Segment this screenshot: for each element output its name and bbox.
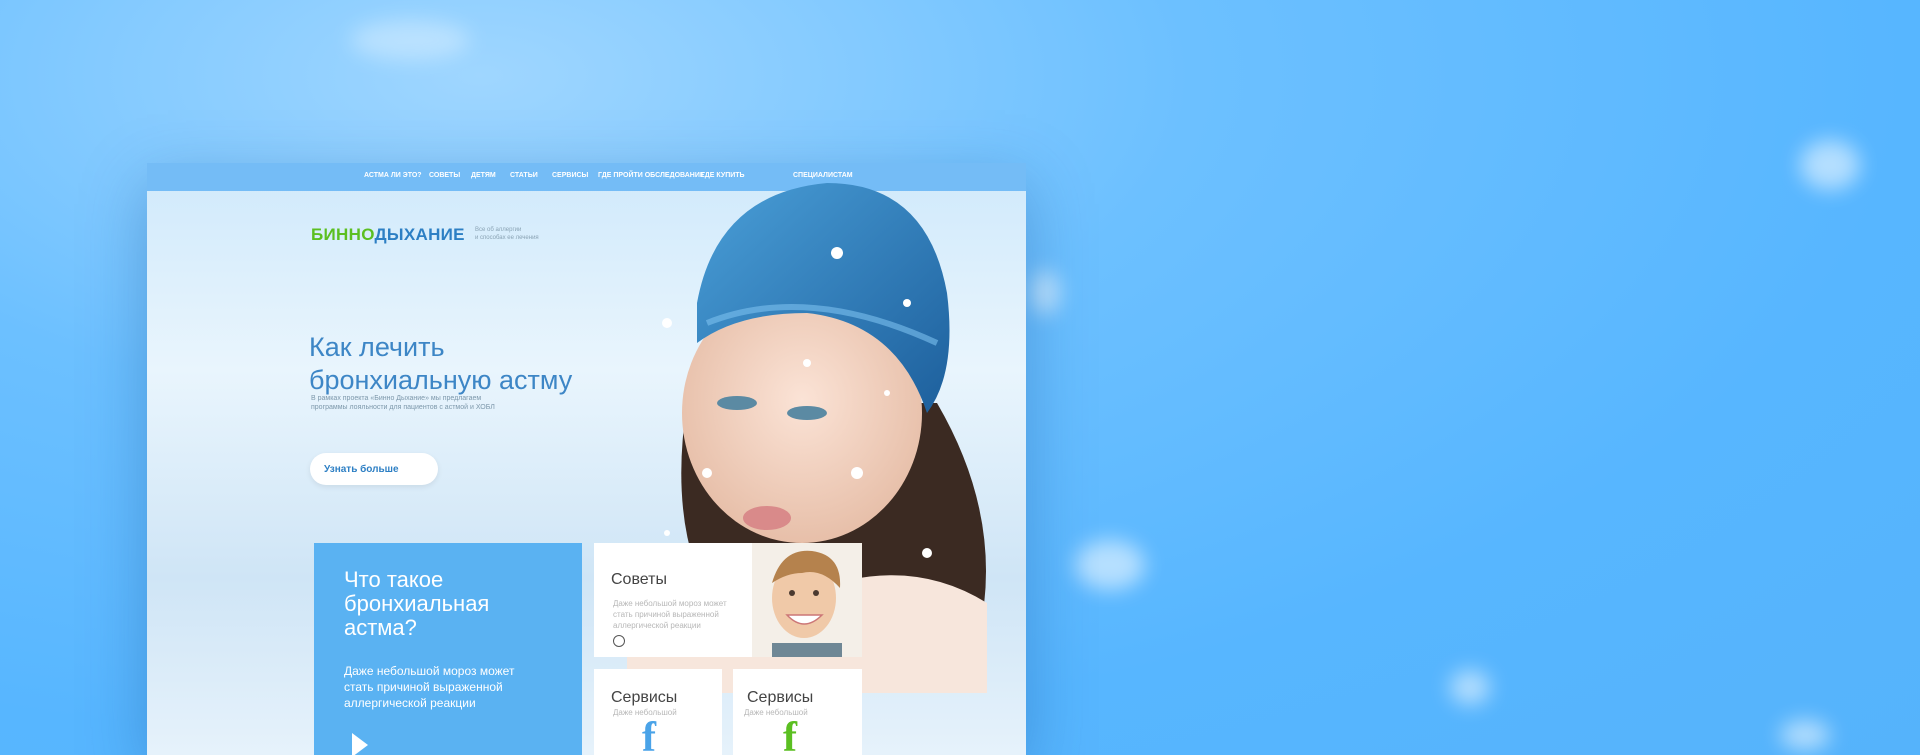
tips-card[interactable]: Советы Даже небольшой мороз может стать … xyxy=(594,543,862,657)
services-card-2-title: Сервисы xyxy=(747,689,814,706)
logo-tagline: Все об аллергии и способах ее лечения xyxy=(475,226,555,242)
background-snowflake xyxy=(1800,140,1860,190)
services-card-1[interactable]: Сервисы Даже небольшой f xyxy=(594,669,722,755)
asthma-card-text: Даже небольшой мороз может стать причино… xyxy=(344,664,515,710)
facebook-icon[interactable]: f xyxy=(642,714,656,755)
nav-item-articles[interactable]: СТАТЬИ xyxy=(510,172,538,179)
hero-title: Как лечить бронхиальную астму xyxy=(309,331,609,397)
website-mockup: АСТМА ЛИ ЭТО? СОВЕТЫ ДЕТЯМ СТАТЬИ СЕРВИС… xyxy=(147,163,1026,755)
logo-part-green: БИННО xyxy=(311,225,375,244)
tips-card-title: Советы xyxy=(611,571,667,588)
background-snowflake xyxy=(1030,270,1060,315)
nav-item-asthma[interactable]: АСТМА ЛИ ЭТО? xyxy=(364,172,422,179)
background-snowflake xyxy=(1450,670,1490,705)
hero-title-line-2: бронхиальную астму xyxy=(309,365,573,396)
services-card-2-text: Даже небольшой xyxy=(744,708,808,717)
hero-title-line-1: Как лечить xyxy=(309,332,445,363)
tips-card-text: Даже небольшой мороз может стать причино… xyxy=(613,599,727,630)
arrow-right-icon[interactable] xyxy=(352,733,368,755)
tagline-line-1: Все об аллергии xyxy=(475,227,522,233)
services-card-2[interactable]: Сервисы Даже небольшой f xyxy=(733,669,862,755)
nav-item-kids[interactable]: ДЕТЯМ xyxy=(471,172,496,179)
asthma-card-title: Что такое бронхиальная астма? xyxy=(344,567,490,640)
hero-intro-line-1: В рамках проекта «Бинно Дыхание» мы пред… xyxy=(311,395,482,402)
nav-item-tips[interactable]: СОВЕТЫ xyxy=(429,172,460,179)
hero-intro: В рамках проекта «Бинно Дыхание» мы пред… xyxy=(311,394,511,412)
radio-button[interactable] xyxy=(613,635,625,647)
nav-item-services[interactable]: СЕРВИСЫ xyxy=(552,172,588,179)
boy-photo xyxy=(752,543,862,657)
site-logo[interactable]: БИННОДЫХАНИЕ xyxy=(311,225,465,245)
hero-intro-line-2: программы лояльности для пациентов с аст… xyxy=(311,404,495,411)
background-snowflake xyxy=(350,20,470,60)
asthma-info-card[interactable]: Что такое бронхиальная астма? Даже небол… xyxy=(314,543,582,755)
background-snowflake xyxy=(1780,720,1830,750)
services-card-1-title: Сервисы xyxy=(611,689,678,706)
facebook-icon[interactable]: f xyxy=(783,714,797,755)
background-snowflake xyxy=(1075,540,1145,590)
logo-part-blue: ДЫХАНИЕ xyxy=(374,225,465,244)
tagline-line-2: и способах ее лечения xyxy=(475,235,539,241)
learn-more-button[interactable]: Узнать больше xyxy=(310,453,438,485)
